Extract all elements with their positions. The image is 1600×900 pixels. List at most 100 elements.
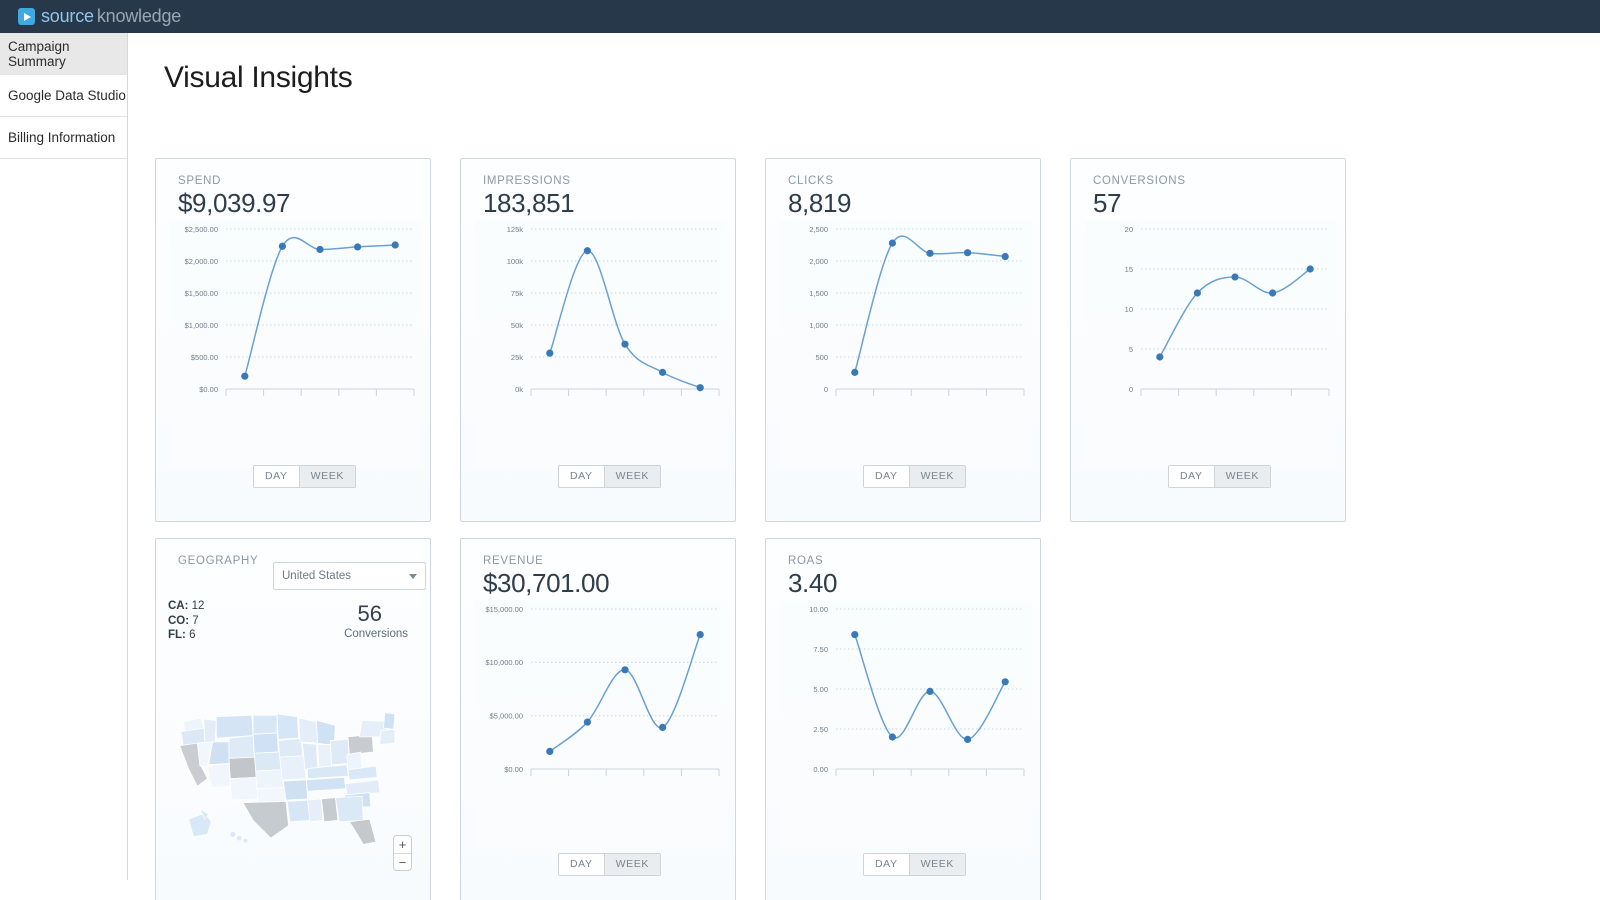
card-title: CLICKS (788, 175, 834, 187)
sidebar-item-label: Google Data Studio (8, 88, 126, 103)
app-header: source knowledge (0, 0, 1600, 33)
svg-text:5: 5 (1129, 345, 1133, 354)
play-triangle-icon (18, 8, 35, 25)
card-value: $9,039.97 (178, 188, 291, 218)
sidebar-item-billing-information[interactable]: Billing Information (0, 117, 127, 159)
toggle-day-button[interactable]: DAY (864, 854, 909, 875)
card-value: 57 (1093, 188, 1122, 218)
toggle-day-button[interactable]: DAY (864, 466, 909, 487)
svg-text:10.00: 10.00 (809, 605, 828, 614)
toggle-day-button[interactable]: DAY (559, 466, 604, 487)
toggle-day-button[interactable]: DAY (254, 466, 299, 487)
svg-text:5.00: 5.00 (813, 685, 828, 694)
card-value: 8,819 (788, 188, 852, 218)
map-zoom-out-button[interactable]: − (394, 853, 411, 870)
chart-plot-area: 0k 25k 50k 75k 100k 125k (475, 221, 727, 467)
svg-text:100k: 100k (507, 257, 524, 266)
chevron-down-icon (409, 573, 417, 579)
svg-text:15: 15 (1125, 265, 1133, 274)
card-value: 183,851 (483, 188, 575, 218)
geo-stat-row: CA: 12 (168, 600, 205, 612)
svg-text:2.50: 2.50 (813, 725, 828, 734)
svg-text:$15,000.00: $15,000.00 (485, 605, 523, 614)
geo-conversions-label: Conversions (344, 628, 408, 640)
country-select-value: United States (282, 570, 352, 582)
map-zoom-controls[interactable]: + − (393, 835, 412, 871)
day-week-toggle[interactable]: DAY WEEK (863, 853, 966, 876)
toggle-week-button[interactable]: WEEK (603, 466, 660, 487)
svg-text:75k: 75k (511, 289, 523, 298)
chart-plot-area: 0.00 2.50 5.00 7.50 10.00 (780, 601, 1032, 847)
svg-text:2,500: 2,500 (809, 225, 828, 234)
toggle-day-button[interactable]: DAY (1169, 466, 1214, 487)
metric-card-spend: SPEND $9,039.97 $0.00 $500.00 $1,000.00 $1,50… (155, 158, 431, 522)
geography-card-title: GEOGRAPHY (178, 555, 259, 567)
toggle-week-button[interactable]: WEEK (603, 854, 660, 875)
toggle-week-button[interactable]: WEEK (908, 854, 965, 875)
logo-secondary-text: knowledge (96, 6, 182, 26)
chart-plot-area: $0.00 $5,000.00 $10,000.00 $15,000.00 (475, 601, 727, 847)
svg-text:0k: 0k (515, 385, 523, 394)
chart-plot-area: 0 500 1,000 1,500 2,000 2,500 (780, 221, 1032, 467)
geo-conversions-value: 56 (357, 601, 382, 626)
card-title: IMPRESSIONS (483, 175, 571, 187)
day-week-toggle[interactable]: DAY WEEK (558, 853, 661, 876)
card-title: SPEND (178, 175, 222, 187)
svg-text:0.00: 0.00 (813, 765, 828, 774)
sidebar-item-label: Campaign Summary (8, 38, 70, 69)
day-week-toggle[interactable]: DAY WEEK (863, 465, 966, 488)
card-value: 3.40 (788, 568, 838, 598)
main-content: Visual Insights SPEND $9,039.97 $0.00 $500.… (128, 33, 1600, 900)
svg-text:125k: 125k (507, 225, 524, 234)
sidebar-item-campaign-summary[interactable]: Campaign Summary (0, 33, 127, 75)
day-week-toggle[interactable]: DAY WEEK (253, 465, 356, 488)
card-title: CONVERSIONS (1093, 175, 1186, 187)
day-week-toggle[interactable]: DAY WEEK (1168, 465, 1271, 488)
chart-plot-area: 0 5 10 15 20 (1085, 221, 1337, 467)
country-select[interactable]: United States (273, 562, 426, 590)
metric-card-clicks: CLICKS 8,819 0 500 1,000 1,500 2,000 2,500 DAY WE… (765, 158, 1041, 522)
dashboard-app: source knowledge Campaign Summary Google … (0, 0, 1600, 900)
sidebar-item-google-data-studio[interactable]: Google Data Studio (0, 75, 127, 117)
chart-plot-area: $0.00 $500.00 $1,000.00 $1,500.00 $2,000.00 $… (170, 221, 422, 467)
geo-stat-row: FL: 6 (168, 629, 196, 641)
toggle-week-button[interactable]: WEEK (1213, 466, 1270, 487)
metric-card-roas: ROAS 3.40 0.00 2.50 5.00 7.50 10.00 DAY WEEK (765, 538, 1041, 900)
svg-text:$1,500.00: $1,500.00 (185, 289, 218, 298)
metric-card-impressions: IMPRESSIONS 183,851 0k 25k 50k 75k 100k 125k DAY… (460, 158, 736, 522)
svg-text:$2,000.00: $2,000.00 (185, 257, 218, 266)
toggle-week-button[interactable]: WEEK (298, 466, 355, 487)
svg-text:10: 10 (1125, 305, 1133, 314)
toggle-day-button[interactable]: DAY (559, 854, 604, 875)
sidebar-item-label: Billing Information (8, 130, 116, 145)
metric-card-conversions: CONVERSIONS 57 0 5 10 15 20 DAY WEEK (1070, 158, 1346, 522)
us-choropleth-map[interactable] (172, 667, 400, 889)
svg-text:0: 0 (1129, 385, 1133, 394)
us-map-svg (179, 712, 396, 845)
metric-card-revenue: REVENUE $30,701.00 $0.00 $5,000.00 $10,000.0… (460, 538, 736, 900)
geo-region-stats: CA: 12 CO: 7 FL: 6 (168, 599, 204, 643)
geo-stat-row: CO: 7 (168, 614, 199, 627)
toggle-week-button[interactable]: WEEK (908, 466, 965, 487)
svg-text:$0.00: $0.00 (199, 385, 218, 394)
svg-text:2,000: 2,000 (809, 257, 828, 266)
card-title: REVENUE (483, 555, 544, 567)
svg-text:0: 0 (824, 385, 828, 394)
logo-primary-text: source (41, 6, 94, 26)
svg-text:$500.00: $500.00 (191, 353, 218, 362)
day-week-toggle[interactable]: DAY WEEK (558, 465, 661, 488)
svg-text:50k: 50k (511, 321, 523, 330)
svg-text:$0.00: $0.00 (504, 765, 523, 774)
page-title: Visual Insights (164, 61, 353, 94)
map-zoom-in-button[interactable]: + (394, 836, 411, 853)
svg-text:$10,000.00: $10,000.00 (485, 658, 523, 667)
geography-card: GEOGRAPHY United States CA: 12 CO: 7 FL: 6 56… (155, 538, 431, 900)
svg-text:1,500: 1,500 (809, 289, 828, 298)
svg-text:1,000: 1,000 (809, 321, 828, 330)
svg-text:20: 20 (1125, 225, 1133, 234)
card-value: $30,701.00 (483, 568, 610, 598)
brand-logo[interactable]: source knowledge (18, 6, 181, 27)
svg-text:500: 500 (815, 353, 828, 362)
svg-text:7.50: 7.50 (813, 645, 828, 654)
svg-text:25k: 25k (511, 353, 523, 362)
